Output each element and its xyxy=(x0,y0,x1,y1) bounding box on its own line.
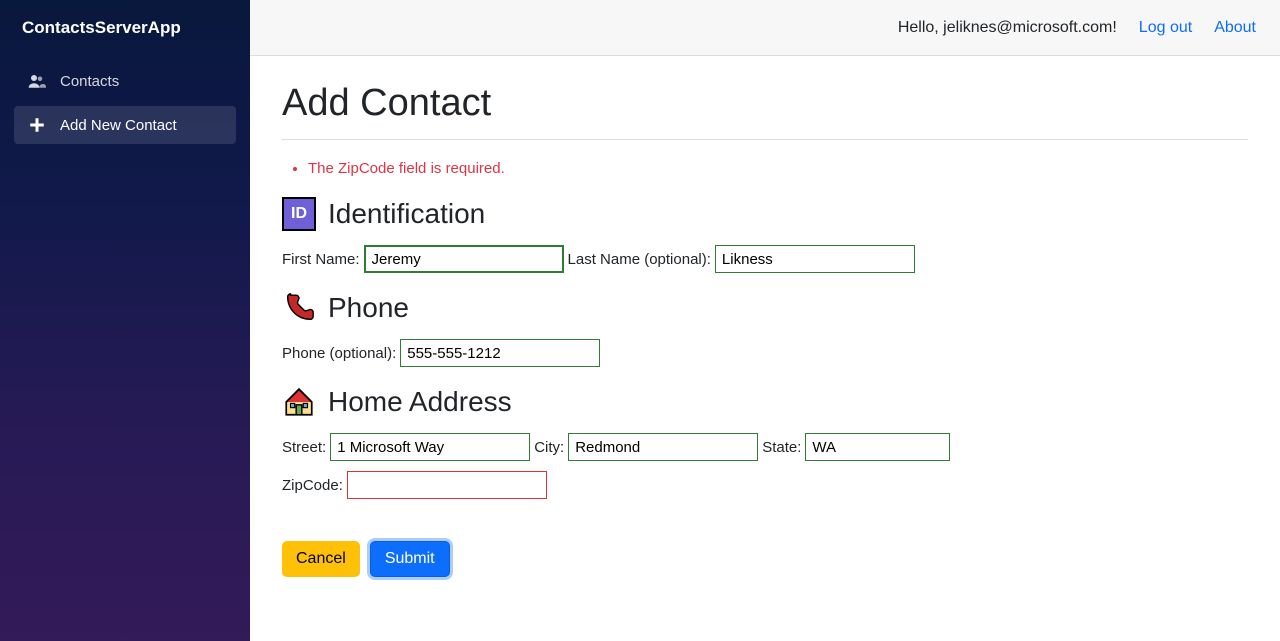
street-label: Street: xyxy=(282,439,326,456)
first-name-label: First Name: xyxy=(282,251,360,268)
identification-row: First Name: Last Name (optional): xyxy=(282,245,1248,273)
logout-link[interactable]: Log out xyxy=(1139,19,1192,37)
city-label: City: xyxy=(534,439,564,456)
sidebar-item-add-new-contact[interactable]: Add New Contact xyxy=(14,106,236,144)
validation-error-item: The ZipCode field is required. xyxy=(308,160,1248,177)
topbar: Hello, jeliknes@microsoft.com! Log out A… xyxy=(250,0,1280,56)
id-badge-icon: ID xyxy=(282,197,316,231)
phone-field[interactable] xyxy=(400,339,600,367)
button-row: Cancel Submit xyxy=(282,541,1248,577)
validation-errors: The ZipCode field is required. xyxy=(300,160,1248,177)
about-link[interactable]: About xyxy=(1214,19,1256,37)
plus-icon xyxy=(28,116,46,134)
state-label: State: xyxy=(762,439,801,456)
address-row-2: ZipCode: xyxy=(282,471,1248,499)
page-content: Add Contact The ZipCode field is require… xyxy=(250,56,1280,609)
state-field[interactable] xyxy=(805,433,950,461)
app-root: ContactsServerApp Contacts Add New Conta… xyxy=(0,0,1280,641)
city-field[interactable] xyxy=(568,433,758,461)
section-heading-phone: Phone xyxy=(282,291,1248,325)
last-name-field[interactable] xyxy=(715,245,915,273)
main-area: Hello, jeliknes@microsoft.com! Log out A… xyxy=(250,0,1280,641)
section-title: Home Address xyxy=(328,386,512,418)
section-heading-identification: ID Identification xyxy=(282,197,1248,231)
last-name-label: Last Name (optional): xyxy=(568,251,711,268)
phone-label: Phone (optional): xyxy=(282,345,396,362)
submit-button[interactable]: Submit xyxy=(370,541,450,577)
first-name-field[interactable] xyxy=(364,245,564,273)
sidebar-item-label: Add New Contact xyxy=(60,117,177,134)
divider xyxy=(282,139,1248,140)
nav-list: Contacts Add New Contact xyxy=(0,62,250,144)
phone-icon xyxy=(282,291,316,325)
sidebar: ContactsServerApp Contacts Add New Conta… xyxy=(0,0,250,641)
sidebar-item-contacts[interactable]: Contacts xyxy=(14,62,236,100)
people-icon xyxy=(28,72,46,90)
page-title: Add Contact xyxy=(282,82,1248,125)
section-title: Identification xyxy=(328,198,485,230)
section-heading-address: Home Address xyxy=(282,385,1248,419)
house-icon xyxy=(282,385,316,419)
zipcode-label: ZipCode: xyxy=(282,477,343,494)
greeting-text: Hello, jeliknes@microsoft.com! xyxy=(898,19,1117,37)
brand-title: ContactsServerApp xyxy=(0,0,250,62)
phone-row: Phone (optional): xyxy=(282,339,1248,367)
cancel-button[interactable]: Cancel xyxy=(282,541,360,577)
sidebar-item-label: Contacts xyxy=(60,73,119,90)
street-field[interactable] xyxy=(330,433,530,461)
zipcode-field[interactable] xyxy=(347,471,547,499)
section-title: Phone xyxy=(328,292,409,324)
address-row-1: Street: City: State: xyxy=(282,433,1248,461)
